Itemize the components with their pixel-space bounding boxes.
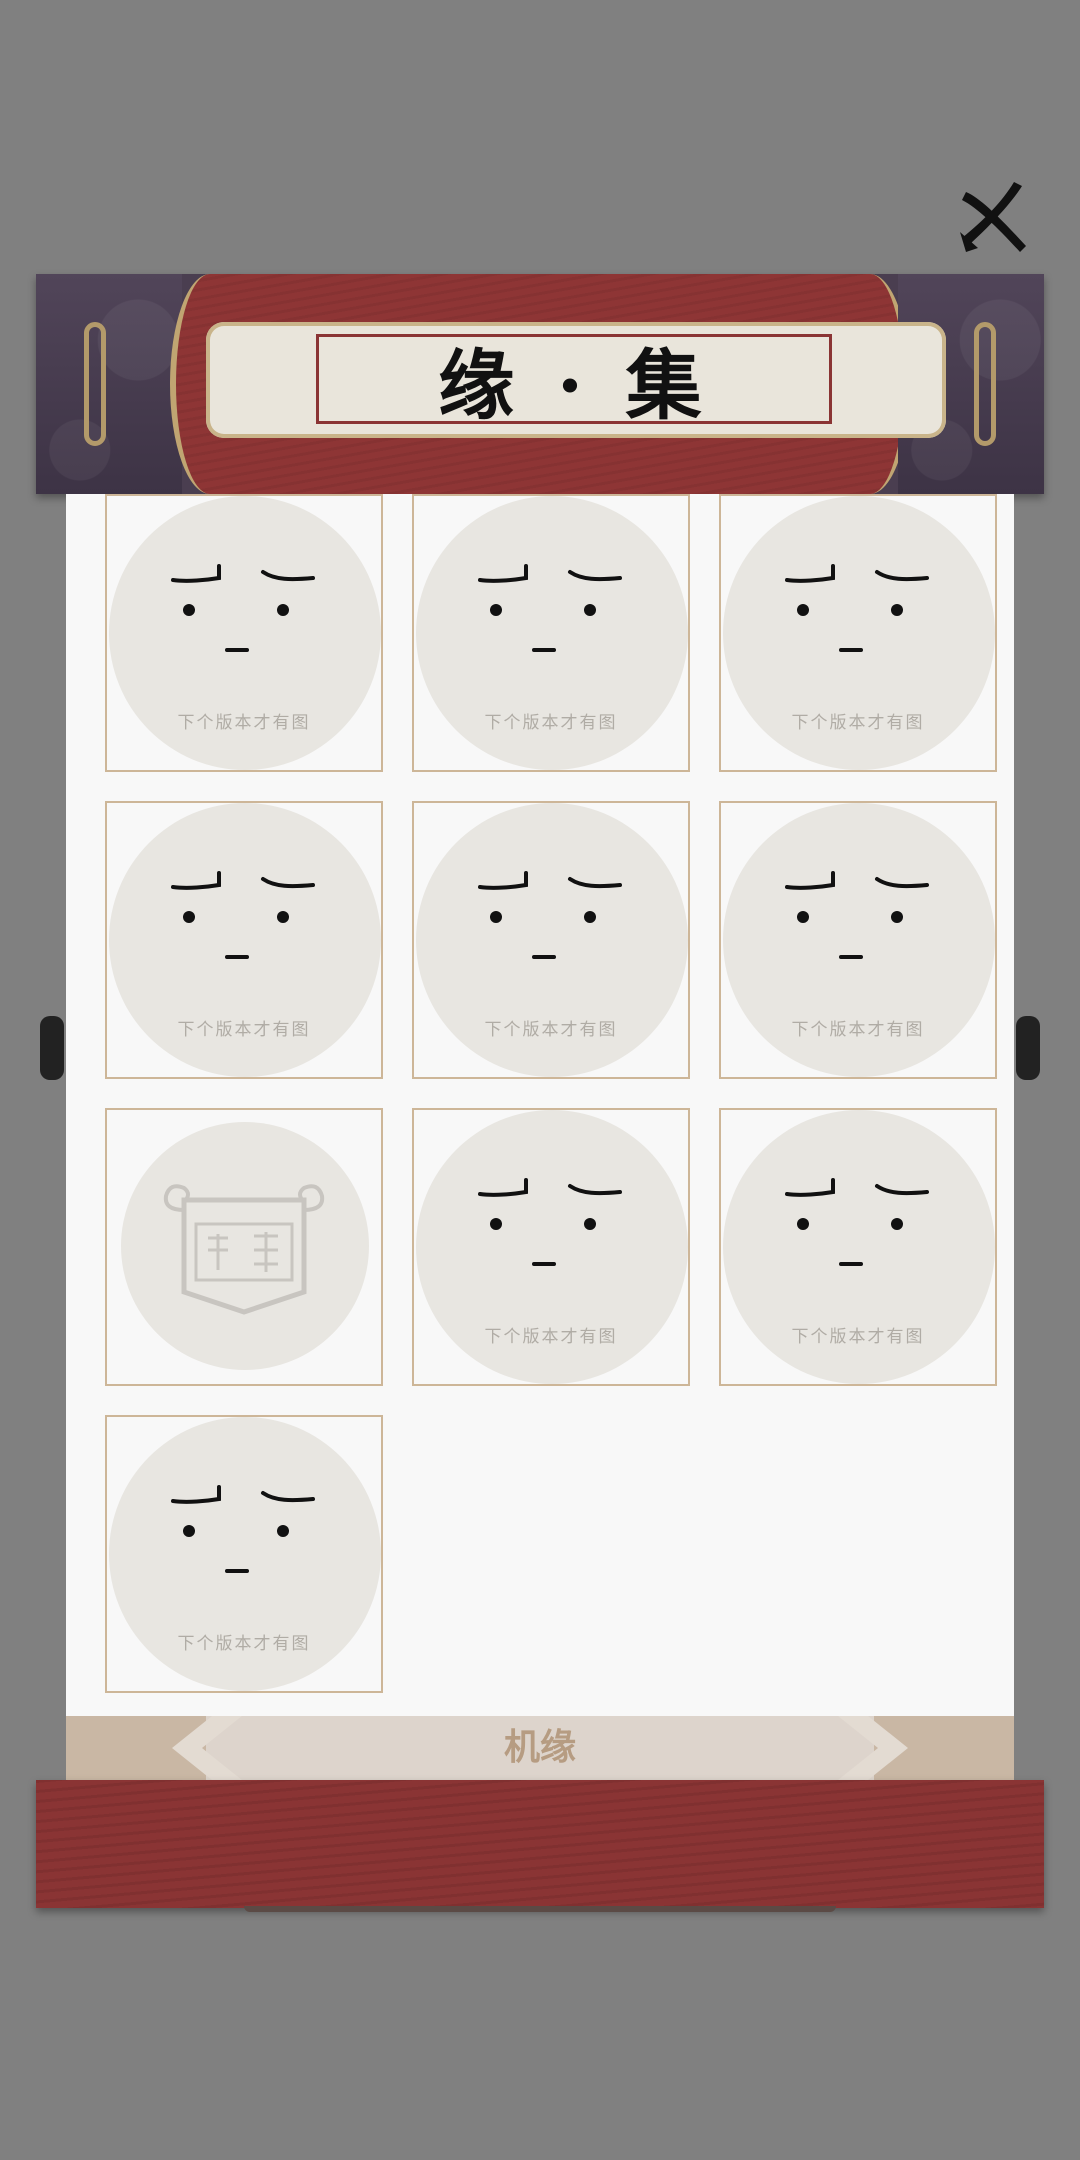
right-roller-knob	[1016, 1016, 1040, 1080]
collection-tile[interactable]: 下个版本才有图	[412, 801, 690, 1079]
brush-x-icon	[960, 182, 1026, 252]
close-button[interactable]	[956, 178, 1036, 258]
title-frame: 缘 · 集	[316, 334, 832, 430]
collection-tile[interactable]: 下个版本才有图	[105, 801, 383, 1079]
collection-panel: 下个版本才有图 下个版本才有图 下个版本才有图 下个版本才有图 下个版本才有图 下个版本才…	[66, 494, 1014, 1716]
tile-caption: 下个版本才有图	[177, 713, 311, 733]
bottom-roller-shadow	[244, 1906, 836, 1912]
tab-bar: 机缘	[66, 1716, 1014, 1780]
collection-tile[interactable]: 下个版本才有图	[412, 1108, 690, 1386]
tile-caption: 下个版本才有图	[484, 1327, 618, 1347]
collection-tile[interactable]: 下个版本才有图	[412, 494, 690, 772]
tile-caption: 下个版本才有图	[484, 1020, 618, 1040]
collection-grid: 下个版本才有图 下个版本才有图 下个版本才有图 下个版本才有图 下个版本才有图 下个版本才…	[66, 494, 1014, 1716]
page-title: 缘 · 集	[438, 341, 710, 430]
tab-jiyuan[interactable]: 机缘	[66, 1716, 1014, 1780]
left-roller-knob	[40, 1016, 64, 1080]
tile-caption: 下个版本才有图	[791, 713, 925, 733]
hanging-ring-icon	[84, 322, 106, 446]
title-banner: 缘 · 集	[36, 274, 1044, 494]
lock-seal-icon	[163, 1184, 325, 1315]
collection-tile[interactable]: 下个版本才有图	[719, 801, 997, 1079]
tile-caption: 下个版本才有图	[177, 1634, 311, 1654]
tile-caption: 下个版本才有图	[791, 1327, 925, 1347]
tile-caption: 下个版本才有图	[177, 1020, 311, 1040]
title-plaque: 缘 · 集	[206, 322, 946, 438]
hanging-ring-icon	[974, 322, 996, 446]
tile-caption: 下个版本才有图	[791, 1020, 925, 1040]
collection-tile-locked[interactable]	[105, 1108, 383, 1386]
collection-tile[interactable]: 下个版本才有图	[719, 1108, 997, 1386]
banner-end-left	[36, 274, 182, 494]
collection-tile[interactable]: 下个版本才有图	[105, 1415, 383, 1693]
tile-caption: 下个版本才有图	[484, 713, 618, 733]
collection-tile[interactable]: 下个版本才有图	[105, 494, 383, 772]
collection-tile[interactable]: 下个版本才有图	[719, 494, 997, 772]
bottom-roller	[36, 1780, 1044, 1908]
